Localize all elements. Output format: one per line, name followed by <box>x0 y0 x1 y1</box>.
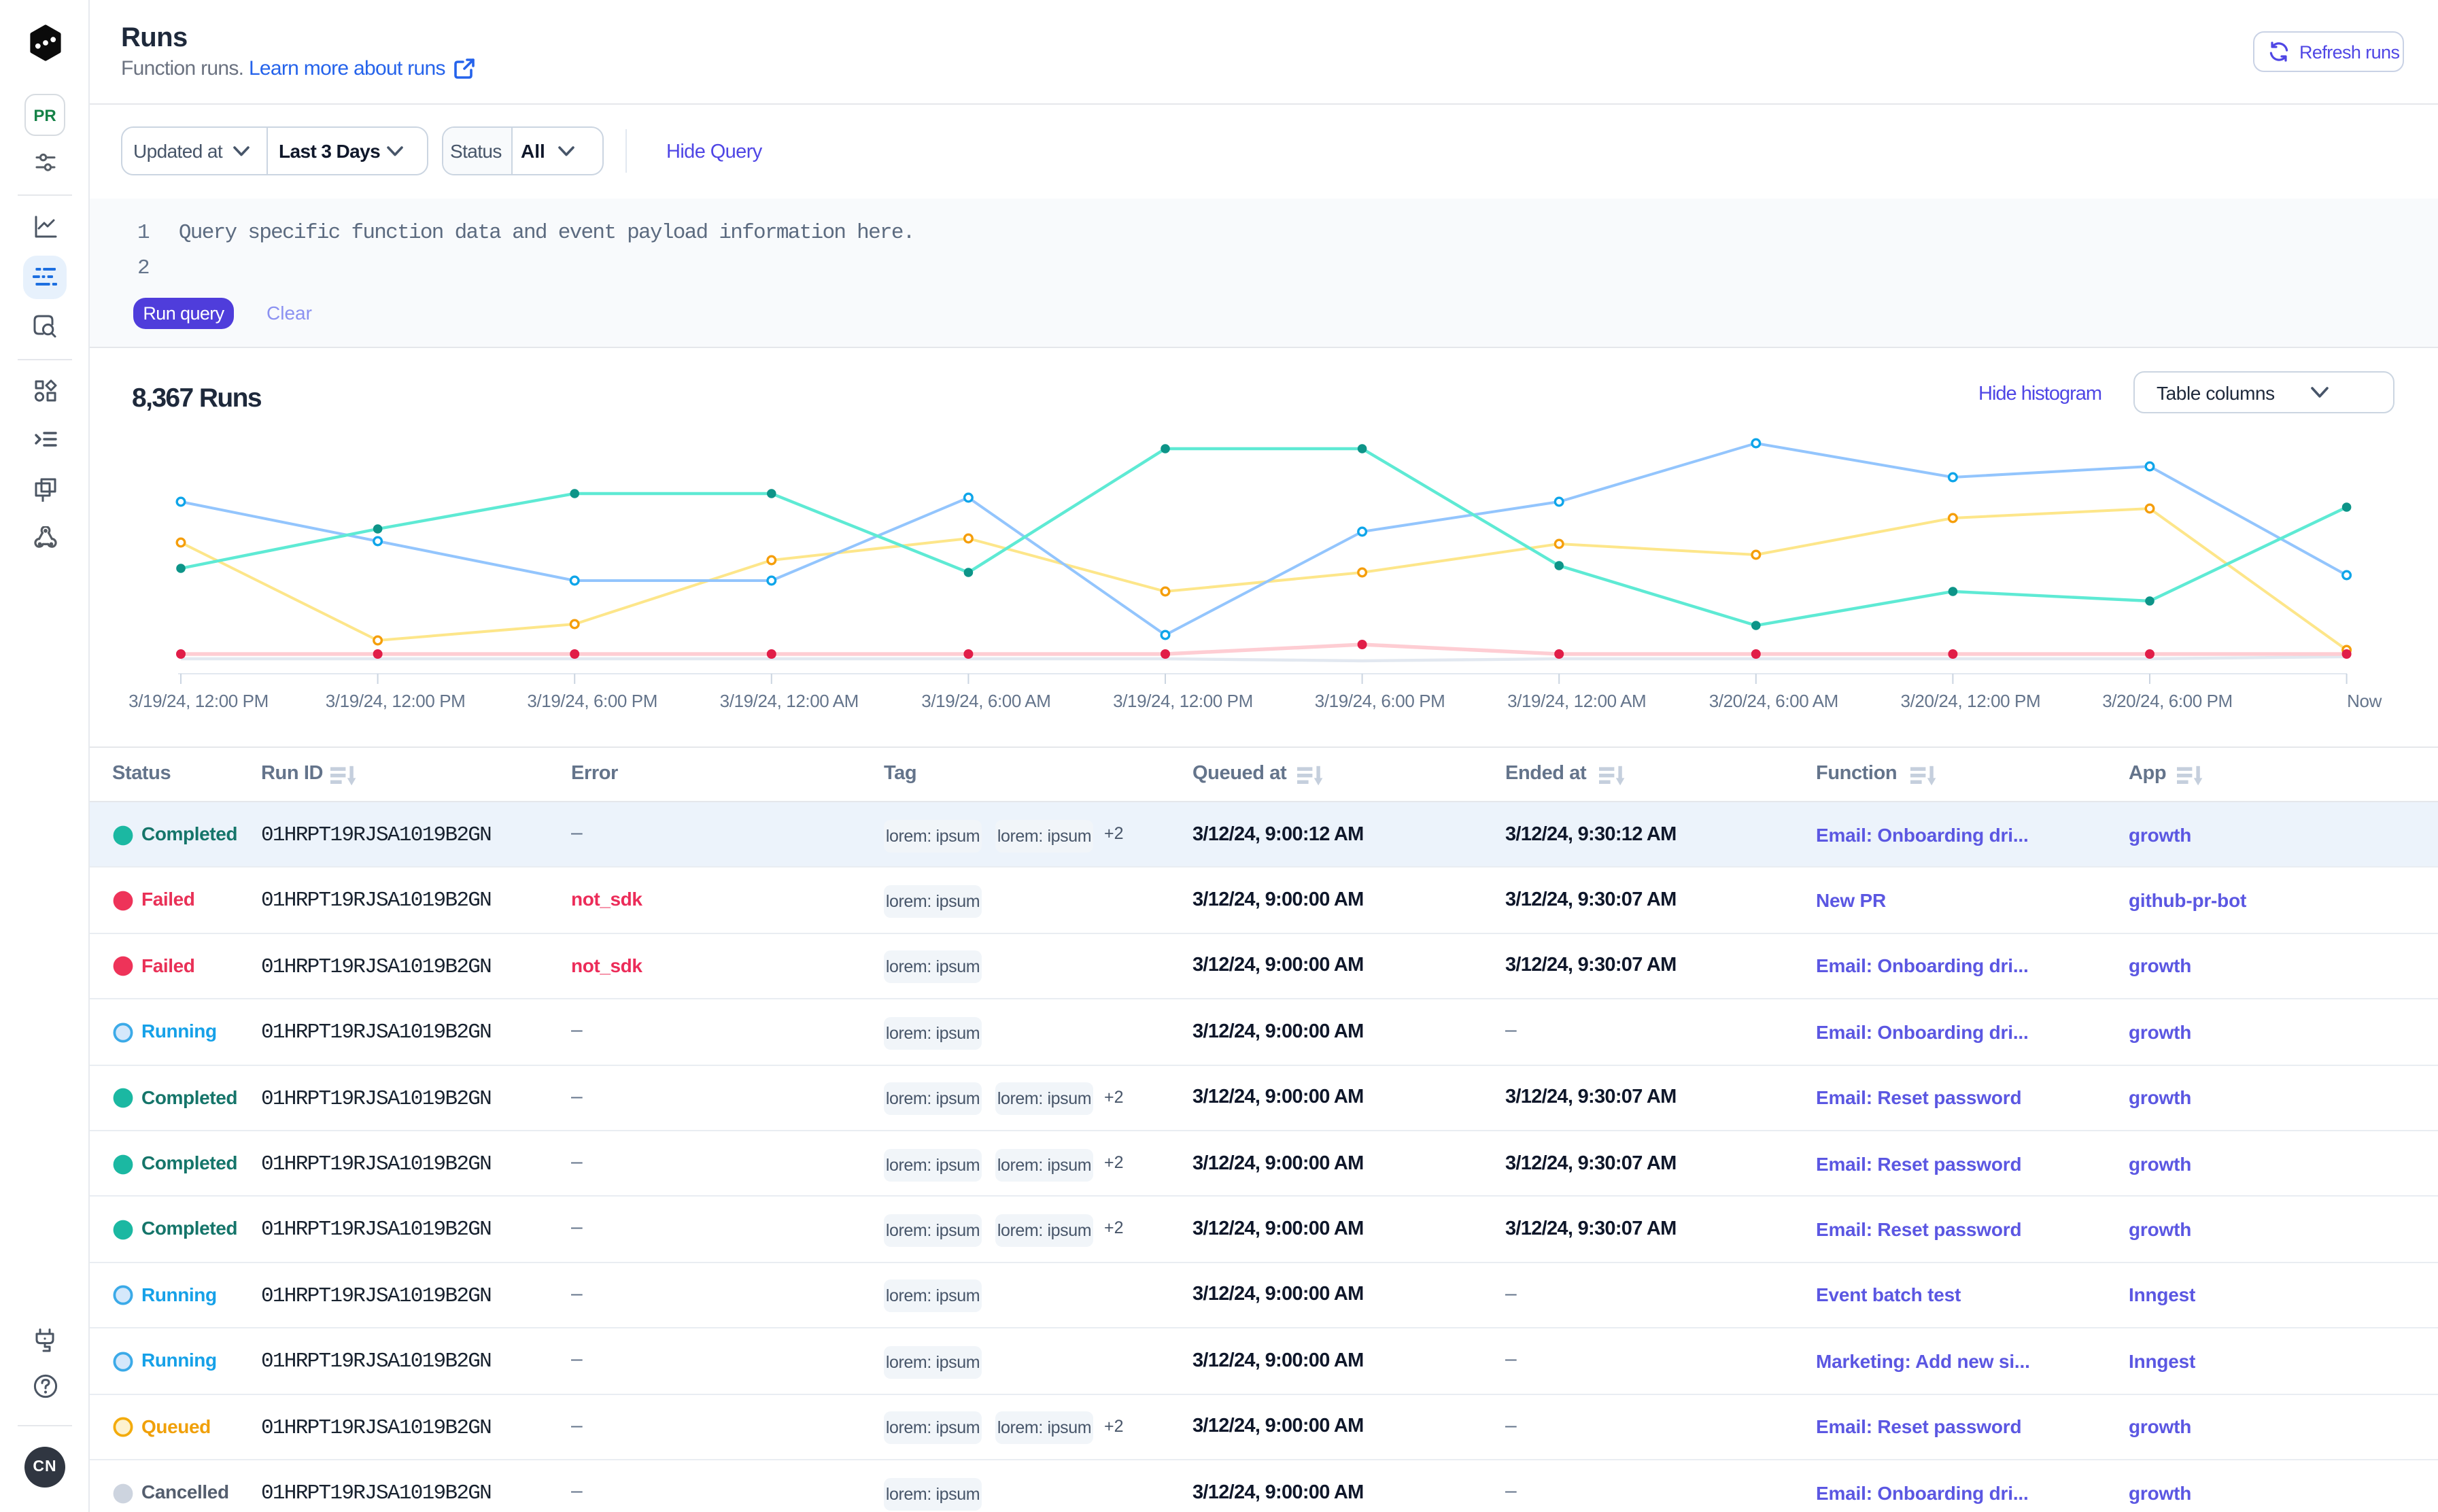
svg-text:3/19/24, 6:00 PM: 3/19/24, 6:00 PM <box>527 691 657 711</box>
svg-text:3/19/24, 6:00 PM: 3/19/24, 6:00 PM <box>1315 691 1445 711</box>
svg-text:3/20/24, 6:00 AM: 3/20/24, 6:00 AM <box>1709 691 1838 711</box>
svg-text:3/19/24, 12:00 PM: 3/19/24, 12:00 PM <box>1113 691 1253 711</box>
svg-text:3/20/24, 6:00 PM: 3/20/24, 6:00 PM <box>2102 691 2233 711</box>
svg-text:3/19/24, 12:00 AM: 3/19/24, 12:00 AM <box>1507 691 1646 711</box>
svg-text:3/19/24, 12:00 PM: 3/19/24, 12:00 PM <box>326 691 466 711</box>
svg-text:3/19/24, 12:00 AM: 3/19/24, 12:00 AM <box>720 691 859 711</box>
svg-text:Now: Now <box>2347 691 2382 711</box>
svg-text:3/20/24, 12:00 PM: 3/20/24, 12:00 PM <box>1901 691 2041 711</box>
svg-text:3/19/24, 12:00 PM: 3/19/24, 12:00 PM <box>128 691 269 711</box>
svg-text:3/19/24, 6:00 AM: 3/19/24, 6:00 AM <box>921 691 1050 711</box>
